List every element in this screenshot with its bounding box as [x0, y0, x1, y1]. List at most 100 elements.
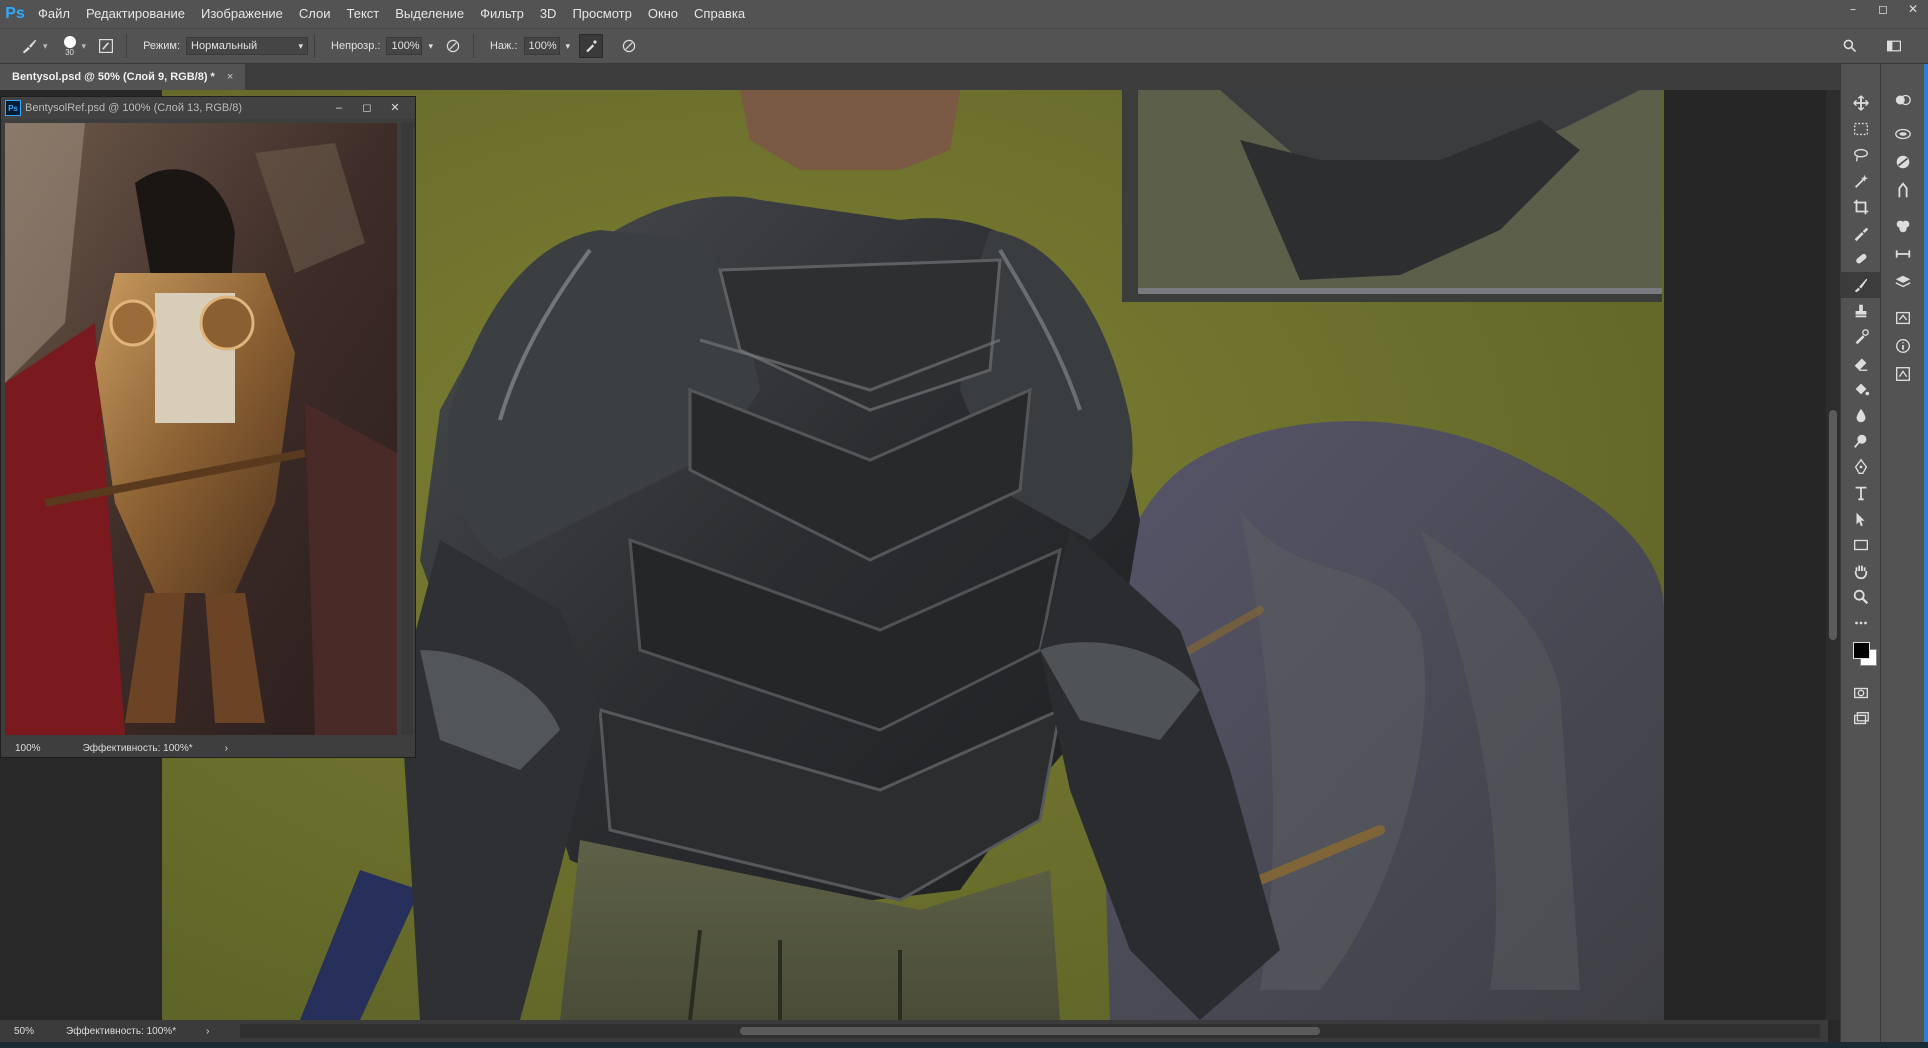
- blur-icon[interactable]: [1841, 402, 1881, 428]
- minimize-button[interactable]: –: [1838, 0, 1868, 18]
- menu-view[interactable]: Просмотр: [564, 0, 639, 28]
- move-icon[interactable]: [1841, 90, 1881, 116]
- adjustments-icon[interactable]: [1881, 120, 1925, 148]
- search-icon[interactable]: [1839, 35, 1861, 57]
- paths-icon[interactable]: [1881, 304, 1925, 332]
- eraser-icon[interactable]: [1841, 350, 1881, 376]
- menu-select[interactable]: Выделение: [387, 0, 472, 28]
- close-button[interactable]: ✕: [1898, 0, 1928, 18]
- reference-window-title: BentysolRef.psd @ 100% (Слой 13, RGB/8): [25, 102, 243, 114]
- zoom-value[interactable]: 50%: [14, 1026, 34, 1037]
- menu-filter[interactable]: Фильтр: [472, 0, 532, 28]
- lasso-icon[interactable]: [1841, 142, 1881, 168]
- reference-zoom-value[interactable]: 100%: [15, 743, 41, 754]
- healing-brush-icon[interactable]: [1841, 246, 1881, 272]
- paint-bucket-icon[interactable]: [1841, 376, 1881, 402]
- tools-panel: [1840, 64, 1881, 1042]
- vertical-scrollbar[interactable]: [1826, 90, 1840, 1020]
- opacity-input[interactable]: 100%: [386, 37, 423, 55]
- tools-panel-header: [1841, 64, 1880, 90]
- pressure-size-icon[interactable]: [618, 35, 640, 57]
- chevron-down-icon[interactable]: ▾: [43, 41, 48, 52]
- styles-icon[interactable]: [1881, 176, 1925, 204]
- menu-layers[interactable]: Слои: [291, 0, 339, 28]
- menu-type[interactable]: Текст: [339, 0, 388, 28]
- pressure-opacity-icon[interactable]: [442, 35, 464, 57]
- properties-icon[interactable]: [1881, 360, 1925, 388]
- rectangle-icon[interactable]: [1841, 532, 1881, 558]
- maximize-button[interactable]: ◻: [353, 97, 381, 119]
- brush-panel-toggle-icon[interactable]: [95, 35, 117, 57]
- horizontal-scrollbar[interactable]: [240, 1024, 1820, 1038]
- pen-icon[interactable]: [1841, 454, 1881, 480]
- brush-icon[interactable]: [1841, 272, 1881, 298]
- crop-icon[interactable]: [1841, 194, 1881, 220]
- color-icon[interactable]: [1881, 86, 1925, 114]
- chevron-right-icon[interactable]: ›: [225, 743, 228, 754]
- info-icon[interactable]: [1881, 332, 1925, 360]
- document-tab-bar: Bentysol.psd @ 50% (Слой 9, RGB/8) * ×: [0, 64, 1845, 90]
- flow-value: 100%: [528, 40, 557, 52]
- status-bar: 50% Эффективность: 100%* ›: [0, 1020, 1828, 1042]
- reference-document-window[interactable]: Ps BentysolRef.psd @ 100% (Слой 13, RGB/…: [0, 96, 416, 758]
- window-controls: – ◻ ✕: [1838, 0, 1928, 18]
- horizontal-scrollbar-thumb[interactable]: [740, 1027, 1320, 1035]
- menu-3d[interactable]: 3D: [532, 0, 565, 28]
- reference-status-bar: 100% Эффективность: 100%* ›: [1, 739, 415, 757]
- channels-icon[interactable]: [1881, 240, 1925, 268]
- brush-size-picker[interactable]: 30: [63, 35, 76, 57]
- menu-edit[interactable]: Редактирование: [78, 0, 193, 28]
- vertical-scrollbar-thumb[interactable]: [1829, 410, 1837, 640]
- reference-window-controls: – ◻ ✕: [325, 97, 409, 119]
- libraries-icon[interactable]: [1881, 148, 1925, 176]
- options-right-group: [1836, 35, 1908, 57]
- more-tools-icon[interactable]: [1841, 610, 1881, 636]
- chevron-down-icon[interactable]: ▾: [428, 41, 433, 52]
- brush-tip-icon: [63, 35, 76, 48]
- eyedropper-icon[interactable]: [1841, 220, 1881, 246]
- chevron-down-icon[interactable]: ▾: [82, 41, 87, 52]
- foreground-color-swatch[interactable]: [1853, 642, 1870, 659]
- reference-image: [5, 123, 397, 735]
- separator: [314, 34, 316, 58]
- brush-settings-icon[interactable]: [1881, 212, 1925, 240]
- flow-input[interactable]: 100%: [523, 37, 560, 55]
- hand-icon[interactable]: [1841, 558, 1881, 584]
- chevron-right-icon[interactable]: ›: [206, 1026, 209, 1037]
- reference-vertical-scrollbar[interactable]: [401, 123, 413, 735]
- reference-efficiency-text: Эффективность: 100%*: [82, 742, 193, 754]
- menu-file[interactable]: Файл: [30, 0, 78, 28]
- zoom-icon[interactable]: [1841, 584, 1881, 610]
- dodge-icon[interactable]: [1841, 428, 1881, 454]
- clone-stamp-icon[interactable]: [1841, 298, 1881, 324]
- document-tab-title: Bentysol.psd @ 50% (Слой 9, RGB/8) *: [12, 71, 215, 83]
- layers-icon[interactable]: [1881, 268, 1925, 296]
- photoshop-mini-icon: Ps: [5, 100, 21, 116]
- path-selection-icon[interactable]: [1841, 506, 1881, 532]
- history-brush-icon[interactable]: [1841, 324, 1881, 350]
- mode-label: Режим:: [143, 40, 181, 52]
- brush-tool-preset-icon[interactable]: [18, 35, 40, 57]
- menu-help[interactable]: Справка: [686, 0, 753, 28]
- reference-window-titlebar[interactable]: Ps BentysolRef.psd @ 100% (Слой 13, RGB/…: [1, 97, 415, 119]
- panel-dock-accent-strip: [1924, 64, 1928, 1042]
- restore-button[interactable]: ◻: [1868, 0, 1898, 18]
- color-swatches[interactable]: [1841, 636, 1880, 680]
- quick-mask-icon[interactable]: [1841, 680, 1881, 706]
- document-tab[interactable]: Bentysol.psd @ 50% (Слой 9, RGB/8) * ×: [0, 64, 246, 90]
- workspace-icon[interactable]: [1883, 35, 1905, 57]
- minimize-button[interactable]: –: [325, 97, 353, 119]
- screen-mode-icon[interactable]: [1841, 706, 1881, 732]
- os-taskbar-strip: [0, 1042, 1928, 1048]
- airbrush-icon[interactable]: [579, 34, 604, 58]
- magic-wand-icon[interactable]: [1841, 168, 1881, 194]
- menu-window[interactable]: Окно: [640, 0, 686, 28]
- chevron-down-icon[interactable]: ▾: [566, 41, 571, 52]
- type-icon[interactable]: [1841, 480, 1881, 506]
- close-icon[interactable]: ×: [227, 71, 233, 83]
- marquee-icon[interactable]: [1841, 116, 1881, 142]
- menu-image[interactable]: Изображение: [193, 0, 291, 28]
- close-button[interactable]: ✕: [381, 97, 409, 119]
- options-bar: ▾ 30 ▾ Режим: Нормальный ▾ Непрозр.: 100%…: [0, 28, 1928, 64]
- mode-select[interactable]: Нормальный ▾: [186, 37, 309, 55]
